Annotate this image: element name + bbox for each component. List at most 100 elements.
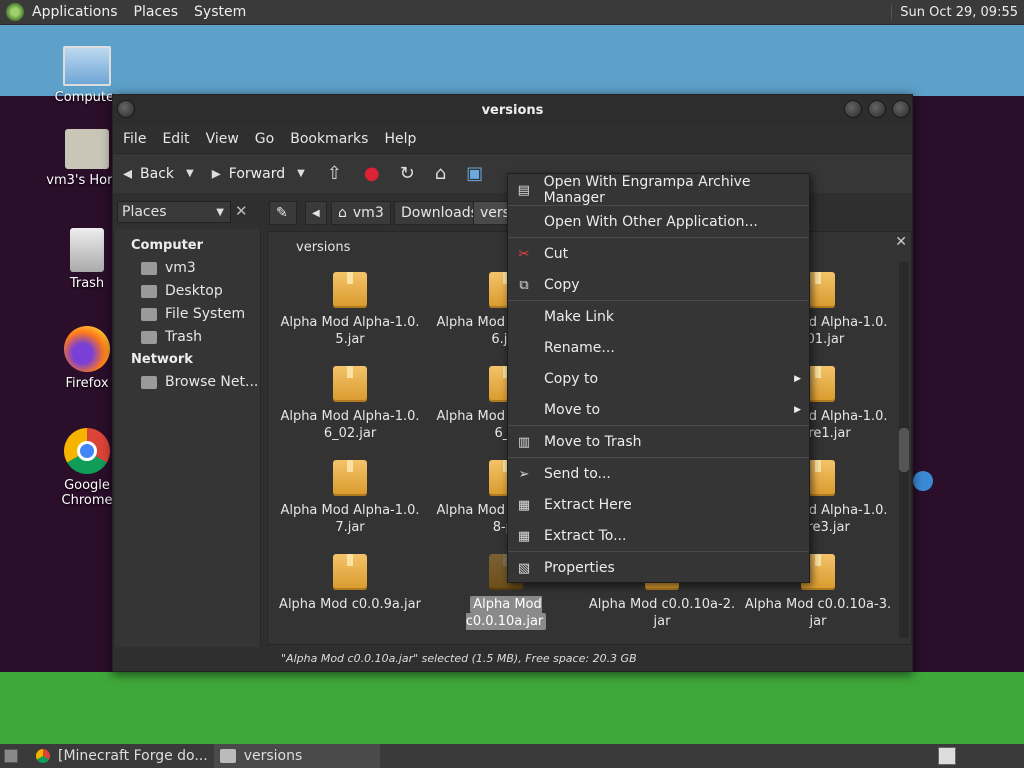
status-bar: "Alpha Mod c0.0.10a.jar" selected (1.5 M… (113, 647, 912, 671)
decorative-dot (913, 471, 933, 491)
up-button[interactable]: ⇧ (327, 163, 350, 184)
drive-icon (141, 308, 157, 321)
sidebar-item-desktop[interactable]: Desktop (115, 280, 260, 303)
menu-item-make-link[interactable]: Make Link (508, 301, 809, 332)
menu-item-label: Open With Engrampa Archive Manager (543, 173, 751, 206)
computer-button[interactable]: ▣ (466, 163, 491, 184)
home-folder-icon (141, 262, 157, 275)
sidebar-item-label: Browse Net... (165, 374, 259, 390)
context-menu: ▤ Open With Engrampa Archive Manager Open… (507, 173, 810, 583)
taskbar-item-chrome[interactable]: [Minecraft Forge do... (30, 744, 214, 768)
file-item[interactable]: Alpha Mod Alpha-1.0. 5.jar (272, 272, 428, 348)
breadcrumb-scroll-left[interactable]: ◀ (305, 201, 327, 225)
menu-bookmarks[interactable]: Bookmarks (282, 131, 376, 147)
folder-icon (219, 749, 236, 763)
top-panel: Applications Places System Sun Oct 29, 0… (0, 0, 1024, 25)
sidebar-header-network: Network (131, 352, 193, 367)
chevron-left-icon: ◀ (312, 207, 320, 219)
breadcrumb-vm3[interactable]: ⌂ vm3 (331, 201, 391, 225)
home-button[interactable]: ⌂ (435, 163, 454, 184)
sidebar-item-trash[interactable]: Trash (115, 326, 260, 349)
file-item[interactable]: Alpha Mod Alpha-1.0. 7.jar (272, 460, 428, 536)
stop-button[interactable]: ● (364, 163, 388, 184)
sidebar-item-label: Trash (165, 329, 202, 345)
system-menu[interactable]: System (186, 4, 254, 20)
menu-file[interactable]: File (115, 131, 154, 147)
chrome-icon (36, 749, 50, 763)
send-icon: ➢ (518, 466, 530, 482)
menu-item-send-to[interactable]: ➢ Send to... (508, 458, 809, 489)
show-desktop-button[interactable] (4, 749, 18, 763)
menu-item-move-to[interactable]: Move to ▶ (508, 394, 809, 425)
taskbar-item-versions[interactable]: versions (213, 744, 380, 768)
bottom-panel: [Minecraft Forge do... versions (0, 744, 1024, 768)
places-menu[interactable]: Places (126, 4, 187, 20)
back-dropdown-icon[interactable]: ▼ (186, 168, 194, 179)
places-selector[interactable]: Places ▼ (117, 201, 231, 223)
menu-item-properties[interactable]: ▧ Properties (508, 552, 809, 583)
mate-logo-icon[interactable] (6, 3, 24, 21)
menubar: File Edit View Go Bookmarks Help (113, 125, 912, 153)
menu-item-open-with-engrampa[interactable]: ▤ Open With Engrampa Archive Manager (508, 173, 809, 206)
minimize-button[interactable] (844, 100, 862, 118)
file-item[interactable]: Alpha Mod c0.0.9a.jar (272, 554, 428, 613)
edit-icon: ✎ (276, 205, 288, 221)
forward-dropdown-icon[interactable]: ▼ (297, 168, 305, 179)
breadcrumb-versions[interactable]: versions (473, 201, 509, 225)
sidebar-item-file-system[interactable]: File System (115, 303, 260, 326)
menu-item-rename[interactable]: Rename... (508, 332, 809, 363)
file-name: Alpha Mod Alpha-1.0. 6_02.jar (280, 409, 420, 441)
archive-icon: ▤ (517, 182, 530, 198)
sidebar-item-label: vm3 (165, 260, 196, 276)
back-button[interactable]: ◂ Back ▼ (123, 163, 194, 184)
applications-menu[interactable]: Applications (24, 4, 126, 20)
back-label: Back (140, 165, 175, 182)
menu-item-extract-to[interactable]: ▦ Extract To... (508, 520, 809, 551)
file-item[interactable]: Alpha Mod Alpha-1.0. 6_02.jar (272, 366, 428, 442)
breadcrumb-downloads[interactable]: Downloads (394, 201, 485, 225)
file-name: Alpha Mod c0.0.10a-3. jar (744, 597, 892, 629)
close-sidebar-icon[interactable]: ✕ (235, 202, 248, 220)
workspace-switcher[interactable] (938, 747, 956, 765)
window-titlebar[interactable]: versions (113, 95, 912, 125)
submenu-arrow-icon: ▶ (794, 404, 801, 415)
maximize-button[interactable] (868, 100, 886, 118)
sidebar-header-computer: Computer (131, 238, 204, 253)
menu-item-move-to-trash[interactable]: ▥ Move to Trash (508, 426, 809, 457)
file-name: Alpha Mod c0.0.10a-2. jar (588, 597, 736, 629)
reload-button[interactable]: ↻ (400, 163, 423, 184)
file-name: Alpha Mod c0.0.9a.jar (279, 597, 421, 612)
jar-file-icon (333, 554, 367, 590)
close-pane-icon[interactable]: ✕ (895, 234, 907, 250)
menu-edit[interactable]: Edit (154, 131, 197, 147)
extract-icon: ▦ (517, 528, 531, 544)
sidebar-item-browse-network[interactable]: Browse Net... (115, 371, 260, 394)
trash-icon (70, 228, 104, 272)
menu-go[interactable]: Go (247, 131, 282, 147)
file-name: Alpha Mod Alpha-1.0. 5.jar (280, 315, 420, 347)
file-name: Alpha Mod c0.0.10a.jar (465, 596, 547, 630)
scrollbar-thumb[interactable] (899, 428, 909, 472)
back-arrow-icon: ◂ (123, 163, 133, 184)
window-title: versions (481, 102, 544, 118)
home-folder-icon (65, 129, 109, 169)
window-menu-button[interactable] (117, 100, 135, 118)
menu-item-cut[interactable]: ✂ Cut (508, 238, 809, 269)
menu-view[interactable]: View (198, 131, 247, 147)
breadcrumb-label: vm3 (352, 205, 384, 221)
toggle-location-entry-button[interactable]: ✎ (269, 201, 297, 225)
menu-help[interactable]: Help (376, 131, 424, 147)
menu-item-label: Extract To... (544, 527, 627, 544)
forward-button[interactable]: ▸ Forward ▼ (212, 163, 305, 184)
menu-item-extract-here[interactable]: ▦ Extract Here (508, 489, 809, 520)
clock[interactable]: Sun Oct 29, 09:55 (891, 4, 1024, 20)
close-button[interactable] (892, 100, 910, 118)
menu-item-label: Properties (544, 559, 615, 576)
menu-item-copy-to[interactable]: Copy to ▶ (508, 363, 809, 394)
computer-icon: ▣ (466, 163, 484, 184)
sidebar-item-vm3[interactable]: vm3 (115, 257, 260, 280)
menu-item-open-with-other[interactable]: Open With Other Application... (508, 206, 809, 237)
menu-item-copy[interactable]: ⧉ Copy (508, 269, 809, 300)
task-label: versions (243, 748, 303, 764)
jar-file-icon (333, 366, 367, 402)
